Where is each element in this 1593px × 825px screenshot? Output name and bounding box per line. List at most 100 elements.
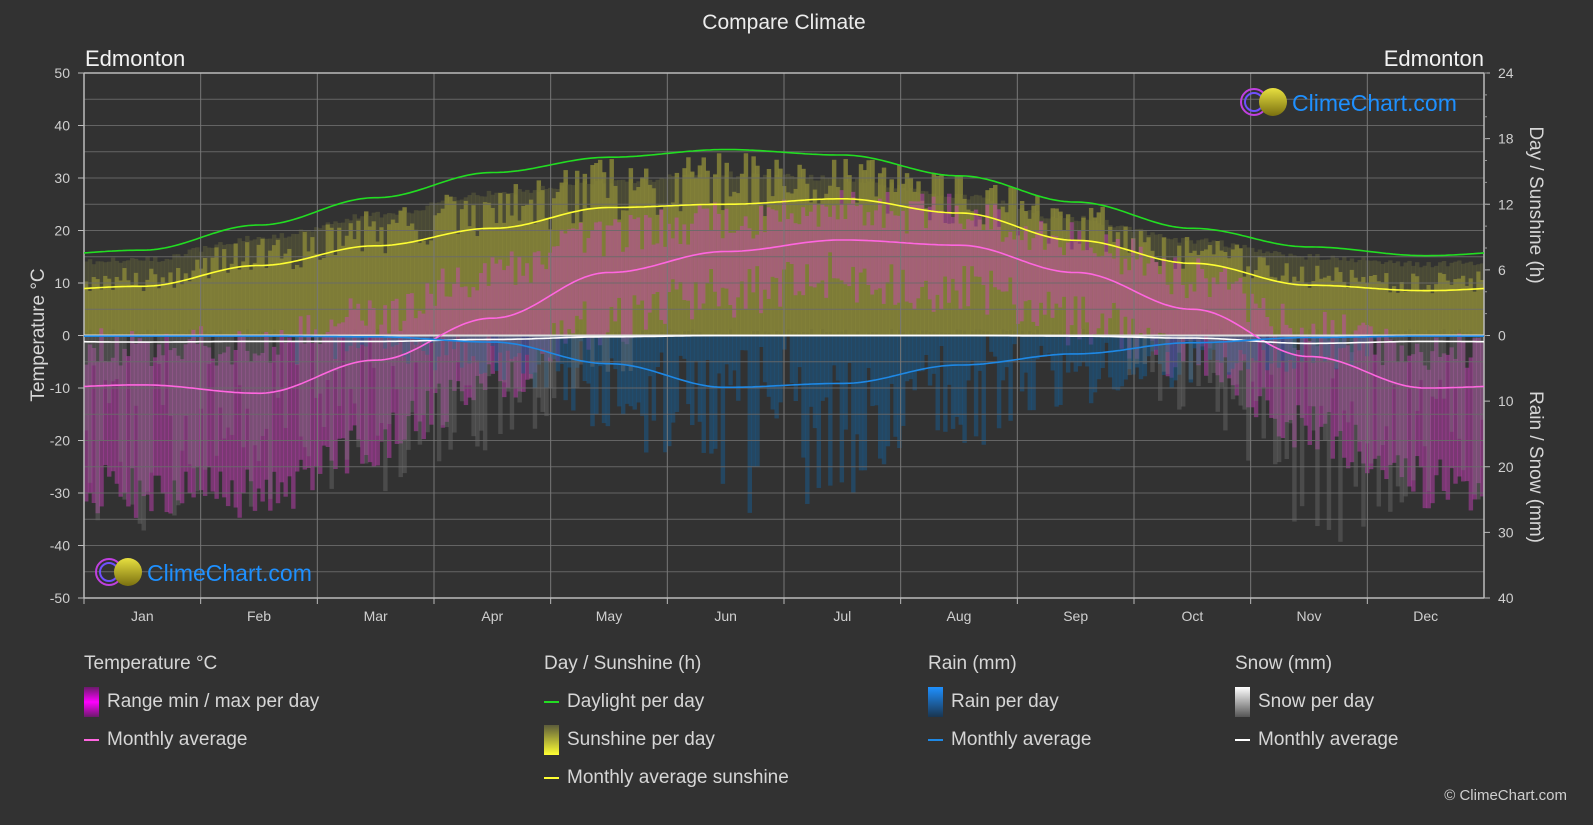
rain-bar bbox=[920, 335, 925, 372]
temp-range-bar bbox=[770, 209, 776, 277]
rain-bar bbox=[862, 335, 868, 471]
snow-bar bbox=[410, 335, 415, 413]
rain-bar bbox=[594, 335, 599, 415]
temp-range-bar bbox=[912, 201, 917, 309]
snow-bar bbox=[214, 335, 219, 456]
temp-range-bar bbox=[851, 191, 856, 267]
temp-range-bar bbox=[1039, 220, 1044, 303]
sunshine-bar bbox=[1468, 278, 1474, 336]
right-tick-label-precip: 20 bbox=[1498, 459, 1514, 475]
right-axis-label-top: Day / Sunshine (h) bbox=[1525, 126, 1546, 283]
snow-bar bbox=[268, 335, 273, 499]
snow-bar bbox=[1142, 335, 1148, 365]
legend-label: Sunshine per day bbox=[567, 729, 715, 750]
left-tick-label: 30 bbox=[54, 170, 70, 186]
snow-bar bbox=[91, 335, 97, 366]
temp-range-bar bbox=[586, 238, 591, 350]
sunshine-bar bbox=[379, 227, 384, 336]
snow-bar bbox=[252, 335, 258, 446]
temp-range-bar bbox=[713, 202, 718, 292]
rain-bar bbox=[651, 335, 657, 421]
temp-range-bar bbox=[613, 219, 618, 322]
sunshine-bar bbox=[156, 288, 162, 336]
temp-range-bar bbox=[674, 217, 680, 290]
rain-bar bbox=[854, 335, 860, 435]
temp-range-bar bbox=[732, 232, 737, 318]
temp-range-bar bbox=[820, 204, 825, 281]
sunshine-bar bbox=[1453, 279, 1458, 336]
temp-range-bar bbox=[206, 347, 212, 468]
temp-range-bar bbox=[287, 337, 292, 477]
sunshine-bar bbox=[199, 268, 204, 336]
rain-bar bbox=[670, 335, 676, 423]
rain-bar bbox=[709, 335, 714, 454]
rain-bar bbox=[1138, 335, 1144, 380]
temp-range-bar bbox=[808, 211, 814, 287]
rain-bar bbox=[893, 335, 898, 437]
temp-range-bar bbox=[1000, 241, 1006, 292]
snow-bar bbox=[1253, 335, 1259, 401]
rain-bar bbox=[490, 335, 496, 346]
rain-bar bbox=[1027, 335, 1032, 411]
legend-item-snow: Snow per day bbox=[1235, 687, 1398, 717]
temp-range-bar bbox=[686, 244, 691, 301]
temp-range-bar bbox=[617, 222, 622, 298]
sunshine-bar bbox=[1457, 278, 1462, 336]
temp-range-bar bbox=[521, 275, 526, 392]
rain-bar bbox=[866, 335, 871, 368]
snow-bar bbox=[544, 335, 549, 417]
temp-range-bar bbox=[916, 201, 921, 299]
rain-bar bbox=[655, 335, 660, 368]
daylight-swatch bbox=[544, 701, 559, 703]
temp-range-bar bbox=[233, 349, 239, 508]
rain-bar bbox=[617, 335, 622, 407]
right-tick-label-hours: 24 bbox=[1498, 65, 1514, 81]
temp-range-bar bbox=[624, 247, 630, 345]
rain-bar bbox=[1131, 335, 1136, 375]
rain-bar bbox=[943, 335, 948, 432]
temp-range-bar bbox=[91, 348, 97, 503]
rain-bar bbox=[981, 335, 986, 445]
sunshine-bar bbox=[1284, 263, 1289, 336]
rain-bar bbox=[797, 335, 802, 368]
rain-bar bbox=[736, 335, 741, 401]
rain-bar bbox=[686, 335, 691, 405]
rain-bar bbox=[1004, 335, 1009, 368]
sunshine-bar bbox=[202, 257, 208, 336]
snow-avg-swatch bbox=[1235, 739, 1250, 741]
rain-bar bbox=[1000, 335, 1006, 381]
sunshine-bar bbox=[126, 280, 131, 336]
snow-bar bbox=[605, 335, 611, 372]
temp-range-bar bbox=[893, 215, 898, 305]
sunshine-bar bbox=[828, 185, 833, 336]
snow-bar bbox=[1422, 335, 1428, 447]
snow-bar bbox=[302, 335, 308, 448]
sunshine-bar bbox=[160, 277, 166, 336]
rain-bar bbox=[977, 335, 983, 371]
rain-bar bbox=[762, 335, 768, 383]
snow-bar bbox=[624, 335, 630, 366]
sunshine-bar bbox=[302, 231, 308, 336]
sunshine-bar bbox=[222, 249, 227, 336]
legend-label: Monthly average bbox=[951, 729, 1092, 750]
temp-range-bar bbox=[1296, 350, 1301, 406]
snow-bar bbox=[1426, 335, 1431, 492]
temp-range-bar bbox=[1138, 246, 1144, 334]
rain-bar bbox=[816, 335, 822, 488]
rain-bar bbox=[724, 335, 729, 365]
legend-label: Snow per day bbox=[1258, 691, 1375, 712]
snow-bar bbox=[1242, 335, 1247, 410]
right-tick-label-hours: 6 bbox=[1498, 262, 1506, 278]
rain-bar bbox=[1108, 335, 1113, 378]
rain-bar bbox=[1031, 335, 1036, 411]
temp-range-bar bbox=[843, 219, 848, 285]
snow-bar bbox=[1460, 335, 1466, 471]
temp-range-bar bbox=[525, 263, 530, 380]
snow-bar bbox=[191, 335, 196, 469]
rain-bar bbox=[555, 335, 561, 372]
right-tick-label-hours: 18 bbox=[1498, 131, 1514, 147]
temp-range-bar bbox=[874, 210, 879, 290]
legend-label: Rain per day bbox=[951, 691, 1059, 712]
rain-bar bbox=[924, 335, 929, 356]
snow-bar bbox=[87, 335, 93, 483]
